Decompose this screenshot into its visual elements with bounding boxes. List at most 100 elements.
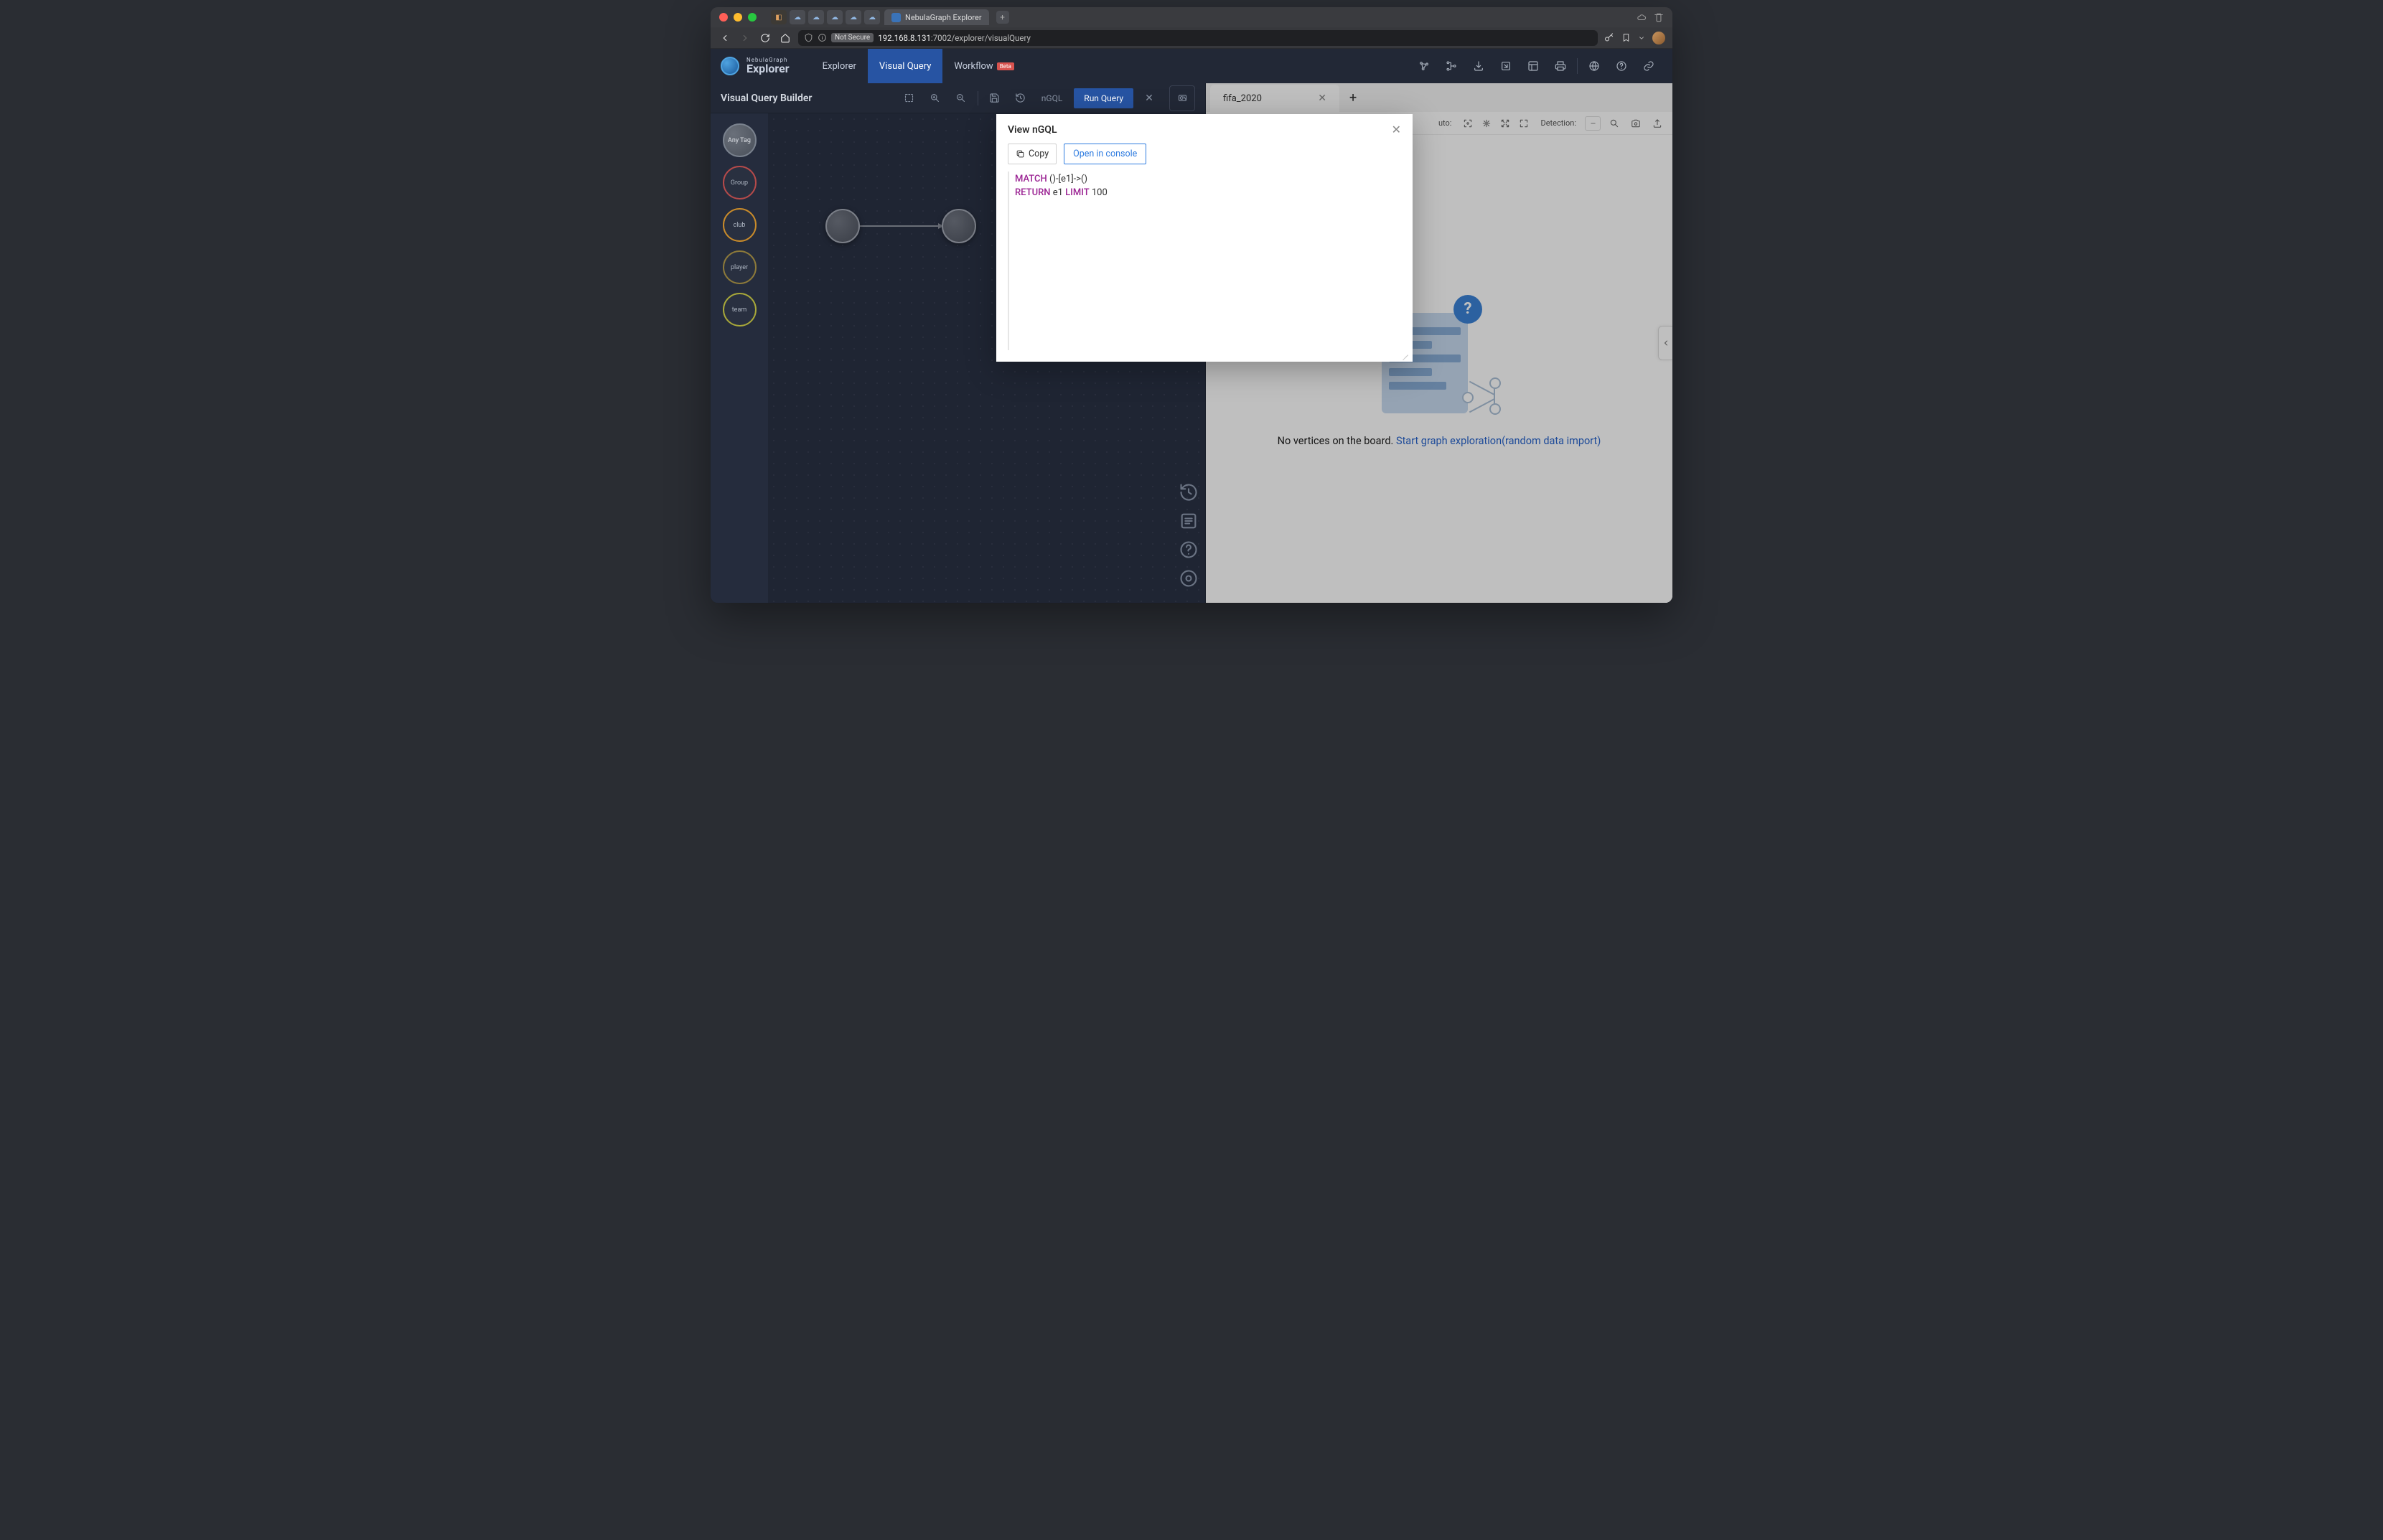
nav-explorer[interactable]: Explorer [811, 49, 868, 83]
empty-state-text: No vertices on the board. Start graph ex… [1278, 435, 1601, 447]
bookmark-icon[interactable] [1621, 33, 1631, 42]
pinned-tab[interactable]: ◧ [771, 10, 787, 24]
window-zoom-button[interactable] [748, 13, 757, 22]
layout-icon[interactable] [1520, 53, 1547, 79]
close-icon[interactable]: ✕ [1318, 93, 1326, 104]
modal-header: View nGQL ✕ [996, 114, 1413, 139]
graph-icon[interactable] [1410, 53, 1438, 79]
tag-player[interactable]: player [723, 250, 757, 284]
pinned-tab[interactable]: ☁ [846, 10, 861, 24]
info-icon [818, 33, 827, 42]
chevron-down-icon[interactable] [1638, 34, 1645, 42]
url-field[interactable]: Not Secure 192.168.8.131:7002/explorer/v… [798, 30, 1598, 46]
url-bar: Not Secure 192.168.8.131:7002/explorer/v… [711, 27, 1672, 49]
brand-text: NebulaGraph Explorer [746, 57, 790, 75]
titlebar-right [1637, 12, 1664, 22]
reload-button[interactable] [758, 31, 772, 45]
copy-label: Copy [1029, 149, 1049, 159]
vqb-title: Visual Query Builder [721, 93, 893, 104]
close-icon[interactable]: ✕ [1392, 123, 1401, 136]
tag-any[interactable]: Any Tag [723, 123, 757, 157]
detection-toggle[interactable] [1585, 116, 1601, 131]
window-close-button[interactable] [719, 13, 728, 22]
tag-rail: Any Tag Group club player team [711, 113, 768, 603]
canvas-list-icon[interactable] [1179, 511, 1199, 531]
canvas-target-icon[interactable] [1179, 568, 1199, 588]
ngql-code[interactable]: MATCH ()-[e1]->() RETURN e1 LIMIT 100 [1008, 172, 1401, 350]
run-query-button[interactable]: Run Query [1074, 88, 1133, 108]
browser-tab-strip: ◧ ☁ ☁ ☁ ☁ ☁ NebulaGraph Explorer + [771, 9, 1631, 25]
close-icon[interactable]: ✕ [1141, 93, 1158, 104]
ngql-button[interactable]: nGQL [1037, 93, 1067, 103]
spread-icon[interactable] [1479, 116, 1494, 131]
canvas-node-target[interactable] [942, 209, 976, 243]
vqb-header: Visual Query Builder nGQL Run Query ✕ [711, 83, 1205, 113]
browser-tab-title: NebulaGraph Explorer [905, 13, 982, 22]
tag-group[interactable]: Group [723, 166, 757, 199]
canvas-help-icon[interactable] [1179, 540, 1199, 560]
selection-tool-icon[interactable] [900, 89, 919, 108]
open-in-console-button[interactable]: Open in console [1064, 144, 1146, 164]
detach-icon[interactable] [1169, 85, 1195, 111]
shield-icon [804, 33, 813, 42]
tag-club[interactable]: club [723, 208, 757, 242]
fullscreen-icon[interactable] [1516, 116, 1532, 131]
start-exploration-link[interactable]: Start graph exploration(random data impo… [1396, 435, 1601, 447]
tag-team[interactable]: team [723, 293, 757, 327]
camera-icon[interactable] [1628, 116, 1644, 131]
expand-icon[interactable] [1497, 116, 1513, 131]
forward-button[interactable] [738, 31, 752, 45]
collapse-panel-button[interactable] [1658, 326, 1672, 360]
help-icon[interactable] [1608, 53, 1635, 79]
save-icon[interactable] [985, 89, 1004, 108]
export-icon[interactable] [1492, 53, 1520, 79]
key-icon[interactable] [1604, 32, 1614, 43]
link-icon[interactable] [1635, 53, 1662, 79]
share-icon[interactable] [1649, 116, 1665, 131]
globe-icon[interactable] [1581, 53, 1608, 79]
resize-handle[interactable] [1400, 349, 1408, 357]
canvas-edge[interactable] [858, 225, 943, 227]
canvas-history-icon[interactable] [1179, 482, 1199, 502]
copy-icon [1016, 149, 1025, 159]
traffic-lights [719, 13, 757, 22]
canvas-node-source[interactable] [825, 209, 860, 243]
detection-label: Detection: [1537, 118, 1579, 128]
nav-visual-query[interactable]: Visual Query [868, 49, 942, 83]
nav-workflow-label: Workflow [954, 61, 993, 72]
focus-icon[interactable] [1460, 116, 1476, 131]
zoom-out-icon[interactable] [952, 89, 970, 108]
brand-logo-icon [721, 57, 739, 75]
beta-badge: Beta [997, 62, 1014, 70]
cloud-icon[interactable] [1637, 12, 1647, 22]
copy-button[interactable]: Copy [1008, 144, 1057, 164]
search-icon[interactable] [1606, 116, 1622, 131]
results-tab-bar: fifa_2020 ✕ + [1206, 83, 1672, 112]
nav-workflow[interactable]: Workflow Beta [942, 49, 1026, 83]
avatar[interactable] [1652, 32, 1665, 44]
import-icon[interactable] [1465, 53, 1492, 79]
not-secure-badge: Not Secure [831, 33, 874, 42]
print-icon[interactable] [1547, 53, 1574, 79]
auto-label: uto: [1436, 118, 1455, 128]
window-minimize-button[interactable] [734, 13, 742, 22]
brand[interactable]: NebulaGraph Explorer [721, 57, 790, 75]
tree-icon[interactable] [1438, 53, 1465, 79]
add-tab-button[interactable]: + [1339, 90, 1367, 105]
url-text: 192.168.8.131:7002/explorer/visualQuery [878, 33, 1031, 43]
home-button[interactable] [778, 31, 792, 45]
back-button[interactable] [718, 31, 732, 45]
result-tab[interactable]: fifa_2020 ✕ [1210, 85, 1339, 112]
pinned-tab[interactable]: ☁ [864, 10, 880, 24]
favicon-icon [891, 13, 901, 22]
history-icon[interactable] [1011, 89, 1030, 108]
pinned-tab[interactable]: ☁ [808, 10, 824, 24]
pinned-tab[interactable]: ☁ [790, 10, 805, 24]
trash-icon[interactable] [1654, 12, 1664, 22]
new-tab-button[interactable]: + [996, 11, 1009, 24]
browser-window: ◧ ☁ ☁ ☁ ☁ ☁ NebulaGraph Explorer + Not S… [711, 7, 1672, 603]
view-ngql-modal: View nGQL ✕ Copy Open in console MATCH (… [996, 114, 1413, 362]
pinned-tab[interactable]: ☁ [827, 10, 843, 24]
zoom-in-icon[interactable] [926, 89, 945, 108]
browser-tab-active[interactable]: NebulaGraph Explorer [884, 9, 989, 25]
